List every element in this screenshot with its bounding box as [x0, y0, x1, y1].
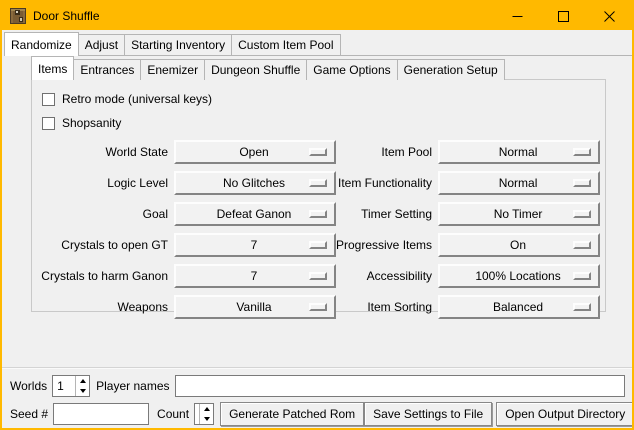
tab-randomize[interactable]: Randomize [4, 32, 79, 56]
item-functionality-label: Item Functionality [336, 176, 438, 190]
count-spinbox [194, 403, 214, 425]
subtab-generation-setup[interactable]: Generation Setup [397, 59, 505, 80]
slit-indicator-icon [309, 148, 327, 156]
count-label: Count [157, 407, 194, 421]
item-pool-dropdown[interactable]: Normal [438, 140, 600, 164]
tab-custom-item-pool[interactable]: Custom Item Pool [231, 34, 340, 55]
save-settings-button[interactable]: Save Settings to File [364, 402, 492, 426]
weapons-label: Weapons [36, 300, 174, 314]
retro-mode-row: Retro mode (universal keys) [32, 87, 605, 111]
item-sorting-label: Item Sorting [336, 300, 438, 314]
settings-left-column: World State Open Logic Level No Glitches… [36, 140, 336, 326]
generate-rom-button[interactable]: Generate Patched Rom [220, 402, 364, 426]
shopsanity-row: Shopsanity [32, 111, 605, 135]
retro-mode-checkbox[interactable] [42, 93, 55, 106]
item-functionality-dropdown[interactable]: Normal [438, 171, 600, 195]
tab-starting-inventory[interactable]: Starting Inventory [124, 34, 232, 55]
seed-row: Seed # Count Generate Patched Rom Save S… [10, 402, 626, 426]
maximize-icon [558, 11, 569, 22]
sub-tabbar: Items Entrances Enemizer Dungeon Shuffle… [31, 56, 632, 79]
player-names-input[interactable] [175, 375, 626, 397]
app-window: Door Shuffle Randomize Adjust Starting I… [0, 0, 634, 430]
worlds-up-button[interactable] [76, 376, 89, 386]
up-arrow-icon [80, 379, 86, 383]
shopsanity-checkbox[interactable] [42, 117, 55, 130]
minimize-button[interactable] [494, 2, 540, 30]
window-title: Door Shuffle [33, 9, 100, 23]
settings-right-column: Item Pool Normal Item Functionality Norm… [336, 140, 600, 326]
main-tabbar: Randomize Adjust Starting Inventory Cust… [4, 32, 632, 56]
slit-indicator-icon [573, 272, 591, 280]
subtab-dungeon-shuffle[interactable]: Dungeon Shuffle [204, 59, 307, 80]
minimize-icon [512, 11, 523, 22]
retro-mode-label: Retro mode (universal keys) [62, 92, 212, 106]
item-sorting-dropdown[interactable]: Balanced [438, 295, 600, 319]
close-button[interactable] [586, 2, 632, 30]
close-icon [604, 11, 615, 22]
weapons-dropdown[interactable]: Vanilla [174, 295, 336, 319]
slit-indicator-icon [309, 241, 327, 249]
seed-label: Seed # [10, 407, 53, 421]
slit-indicator-icon [309, 210, 327, 218]
door-icon [10, 8, 26, 24]
progressive-items-dropdown[interactable]: On [438, 233, 600, 257]
slit-indicator-icon [573, 303, 591, 311]
world-state-dropdown[interactable]: Open [174, 140, 336, 164]
maximize-button[interactable] [540, 2, 586, 30]
count-up-button[interactable] [200, 404, 213, 414]
slit-indicator-icon [573, 241, 591, 249]
open-output-directory-button[interactable]: Open Output Directory [496, 402, 634, 426]
subtab-entrances[interactable]: Entrances [73, 59, 141, 80]
shopsanity-label: Shopsanity [62, 116, 121, 130]
count-spinner [199, 404, 213, 424]
timer-setting-dropdown[interactable]: No Timer [438, 202, 600, 226]
goal-label: Goal [36, 207, 174, 221]
down-arrow-icon [80, 389, 86, 393]
up-arrow-icon [204, 407, 210, 411]
accessibility-dropdown[interactable]: 100% Locations [438, 264, 600, 288]
progressive-items-label: Progressive Items [336, 238, 438, 252]
worlds-row: Worlds Player names [10, 374, 626, 398]
subtab-game-options[interactable]: Game Options [306, 59, 397, 80]
item-pool-label: Item Pool [336, 145, 438, 159]
world-state-label: World State [36, 145, 174, 159]
subtab-enemizer[interactable]: Enemizer [140, 59, 205, 80]
worlds-down-button[interactable] [76, 386, 89, 396]
crystals-gt-dropdown[interactable]: 7 [174, 233, 336, 257]
slit-indicator-icon [309, 303, 327, 311]
accessibility-label: Accessibility [336, 269, 438, 283]
slit-indicator-icon [573, 179, 591, 187]
player-names-label: Player names [96, 379, 174, 393]
crystals-gt-label: Crystals to open GT [36, 238, 174, 252]
count-down-button[interactable] [200, 414, 213, 424]
slit-indicator-icon [309, 179, 327, 187]
worlds-label: Worlds [10, 379, 52, 393]
down-arrow-icon [204, 417, 210, 421]
titlebar[interactable]: Door Shuffle [2, 2, 632, 30]
worlds-input[interactable] [53, 376, 75, 396]
goal-dropdown[interactable]: Defeat Ganon [174, 202, 336, 226]
slit-indicator-icon [573, 210, 591, 218]
subtab-items[interactable]: Items [31, 56, 74, 80]
tab-adjust[interactable]: Adjust [78, 34, 125, 55]
logic-level-label: Logic Level [36, 176, 174, 190]
bottom-panel: Worlds Player names Seed # Count [2, 367, 632, 428]
crystals-ganon-dropdown[interactable]: 7 [174, 264, 336, 288]
timer-setting-label: Timer Setting [336, 207, 438, 221]
logic-level-dropdown[interactable]: No Glitches [174, 171, 336, 195]
settings-grid: World State Open Logic Level No Glitches… [32, 135, 605, 326]
worlds-spinner [75, 376, 89, 396]
slit-indicator-icon [309, 272, 327, 280]
window-controls [494, 2, 632, 30]
crystals-ganon-label: Crystals to harm Ganon [36, 269, 174, 283]
seed-input[interactable] [53, 403, 149, 425]
worlds-spinbox [52, 375, 90, 397]
slit-indicator-icon [573, 148, 591, 156]
items-panel: Retro mode (universal keys) Shopsanity W… [31, 79, 606, 312]
